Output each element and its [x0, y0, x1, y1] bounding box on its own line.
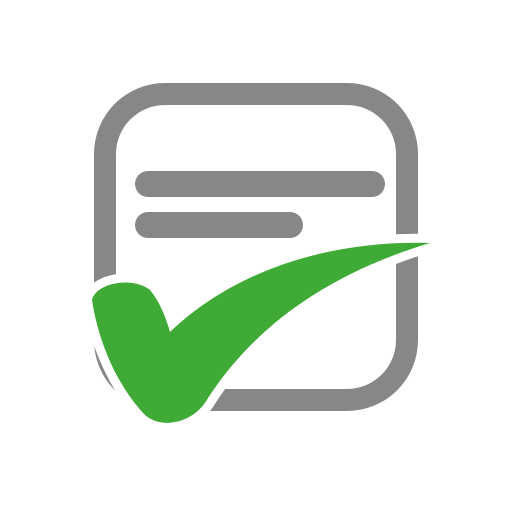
checklist-approved-icon — [83, 83, 439, 432]
app-icon — [0, 0, 512, 512]
